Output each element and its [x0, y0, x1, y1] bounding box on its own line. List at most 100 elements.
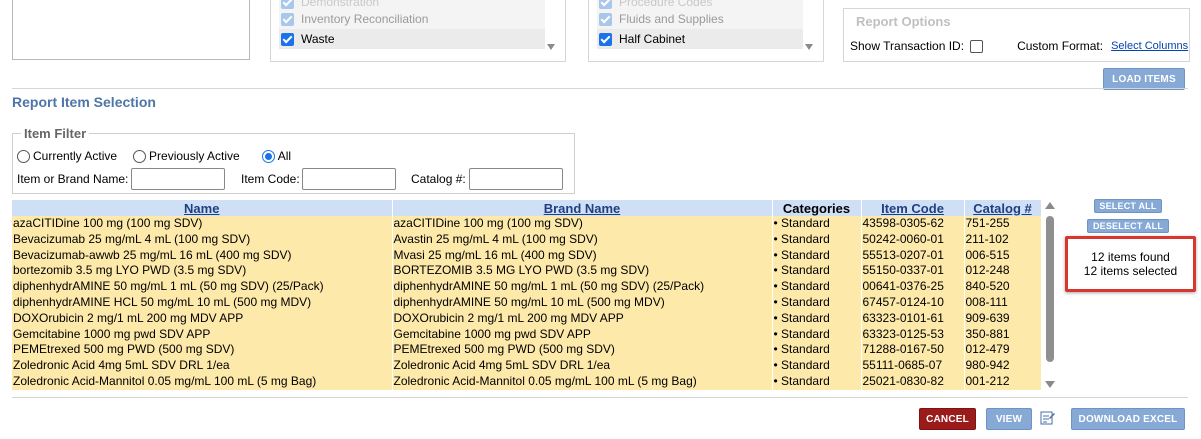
cell-name: azaCITIDine 100 mg (100 mg SDV): [12, 216, 393, 232]
column-header-item-code[interactable]: Item Code: [861, 200, 965, 216]
item-code-input[interactable]: [302, 168, 396, 190]
cell-brand-name: azaCITIDine 100 mg (100 mg SDV): [392, 216, 773, 232]
radio-label: Currently Active: [33, 149, 118, 163]
cell-catalog: 909-639: [964, 310, 1042, 327]
column-header-name[interactable]: Name: [12, 200, 393, 216]
type-item-label: Waste: [301, 32, 335, 46]
location-list[interactable]: Procedure Codes Fluids and Supplies Half…: [588, 0, 824, 62]
transaction-type-list[interactable]: Demonstration Inventory Reconciliation W…: [270, 0, 566, 62]
item-code-label: Item Code:: [241, 172, 300, 186]
cell-catalog: 211-102: [964, 231, 1042, 248]
cell-item-code: 63323-0101-61: [861, 310, 965, 327]
cell-brand-name: PEMEtrexed 500 mg PWD (500 mg SDV): [392, 342, 773, 359]
load-items-button[interactable]: LOAD ITEMS: [1103, 68, 1185, 90]
cell-item-code: 43598-0305-62: [861, 216, 965, 232]
checkbox-icon[interactable]: [281, 32, 294, 46]
page-title: Report Item Selection: [12, 94, 156, 110]
cell-item-code: 67457-0124-10: [861, 294, 965, 311]
table-row[interactable]: Bevacizumab-awwb 25 mg/mL 16 mL (400 mg …: [12, 247, 1042, 264]
cell-category: • Standard: [772, 247, 862, 264]
table-row[interactable]: Zoledronic Acid 4mg 5mL SDV DRL 1/ea Zole…: [12, 358, 1042, 374]
radio-all[interactable]: [261, 149, 275, 163]
checkbox-icon[interactable]: [599, 32, 612, 46]
selection-panel: [12, 0, 250, 60]
cell-item-code: 00641-0376-25: [861, 279, 965, 295]
cell-catalog: 751-255: [964, 216, 1042, 232]
cell-name: Zoledronic Acid-Mannitol 0.05 mg/mL 100 …: [12, 373, 393, 390]
location-item-procedure-codes[interactable]: Procedure Codes: [597, 0, 803, 9]
cell-catalog: 008-111: [964, 294, 1042, 311]
cell-item-code: 25021-0830-82: [861, 373, 965, 390]
table-row[interactable]: diphenhydrAMINE 50 mg/mL 1 mL (50 mg SDV…: [12, 279, 1042, 295]
location-item-half-cabinet[interactable]: Half Cabinet: [597, 29, 803, 49]
cell-catalog: 006-515: [964, 247, 1042, 264]
items-table: Name Brand Name Categories Item Code Cat…: [12, 200, 1042, 390]
radio-previously-active[interactable]: [133, 149, 147, 163]
table-row[interactable]: bortezomib 3.5 mg LYO PWD (3.5 mg SDV) BO…: [12, 263, 1042, 280]
type-item-demonstration[interactable]: Demonstration: [279, 0, 545, 9]
table-row[interactable]: PEMEtrexed 500 mg PWD (500 mg SDV) PEMEtr…: [12, 342, 1042, 359]
checkbox-icon[interactable]: [281, 12, 294, 26]
item-count-summary: 12 items found 12 items selected: [1065, 236, 1196, 292]
download-excel-button[interactable]: DOWNLOAD EXCEL: [1071, 408, 1185, 430]
select-columns-link[interactable]: Select Columns: [1111, 40, 1188, 52]
cell-category: • Standard: [772, 373, 862, 390]
checkbox-icon[interactable]: [281, 0, 294, 9]
cell-item-code: 63323-0125-53: [861, 326, 965, 343]
table-scrollbar[interactable]: [1044, 202, 1056, 388]
cell-category: • Standard: [772, 263, 862, 280]
type-item-inventory-reconciliation[interactable]: Inventory Reconciliation: [279, 9, 545, 29]
cell-brand-name: Mvasi 25 mg/mL 16 mL (400 mg SDV): [392, 247, 773, 264]
cell-brand-name: DOXOrubicin 2 mg/1 mL 200 mg MDV APP: [392, 310, 773, 327]
item-or-brand-input[interactable]: [131, 168, 225, 190]
deselect-all-button[interactable]: DESELECT ALL: [1087, 219, 1169, 233]
cell-item-code: 71288-0167-50: [861, 342, 965, 359]
cell-brand-name: Gemcitabine 1000 mg pwd SDV APP: [392, 326, 773, 343]
show-transaction-checkbox[interactable]: [970, 39, 984, 53]
table-row[interactable]: Bevacizumab 25 mg/mL 4 mL (100 mg SDV) Av…: [12, 231, 1042, 248]
cell-brand-name: diphenhydrAMINE 50 mg/mL 1 mL (50 mg SDV…: [392, 279, 773, 295]
table-row[interactable]: Gemcitabine 1000 mg pwd SDV APP Gemcitabi…: [12, 326, 1042, 343]
edit-report-icon[interactable]: [1040, 410, 1055, 425]
radio-label: Previously Active: [149, 149, 240, 163]
scroll-down-icon[interactable]: [547, 44, 555, 50]
cell-catalog: 350-881: [964, 326, 1042, 343]
item-filter-panel: Item Filter Currently Active Previously …: [12, 126, 575, 194]
location-item-label: Procedure Codes: [619, 0, 713, 9]
cell-catalog: 980-942: [964, 358, 1042, 374]
radio-label: All: [277, 149, 292, 163]
cell-item-code: 55513-0207-01: [861, 247, 965, 264]
scroll-up-icon[interactable]: [1045, 202, 1055, 209]
cell-category: • Standard: [772, 294, 862, 311]
divider: [12, 88, 1188, 89]
catalog-input[interactable]: [469, 168, 563, 190]
cell-brand-name: Avastin 25 mg/mL 4 mL (100 mg SDV): [392, 231, 773, 248]
location-item-fluids-and-supplies[interactable]: Fluids and Supplies: [597, 9, 803, 29]
cell-category: • Standard: [772, 342, 862, 359]
cell-catalog: 012-479: [964, 342, 1042, 359]
cell-category: • Standard: [772, 279, 862, 295]
column-header-categories: Categories: [772, 200, 862, 216]
table-row[interactable]: diphenhydrAMINE HCL 50 mg/mL 10 mL (500 …: [12, 294, 1042, 311]
column-header-brand-name[interactable]: Brand Name: [392, 200, 773, 216]
checkbox-icon[interactable]: [599, 0, 612, 9]
column-header-catalog[interactable]: Catalog #: [964, 200, 1042, 216]
table-row[interactable]: DOXOrubicin 2 mg/1 mL 200 mg MDV APP DOXO…: [12, 310, 1042, 327]
radio-currently-active[interactable]: [17, 149, 30, 163]
scroll-down-icon[interactable]: [1045, 381, 1055, 388]
cell-catalog: 840-520: [964, 279, 1042, 295]
scroll-thumb[interactable]: [1046, 216, 1054, 362]
cell-category: • Standard: [772, 358, 862, 374]
cell-category: • Standard: [772, 326, 862, 343]
cancel-button[interactable]: CANCEL: [919, 408, 976, 430]
table-row[interactable]: Zoledronic Acid-Mannitol 0.05 mg/mL 100 …: [12, 373, 1042, 390]
checkbox-icon[interactable]: [599, 12, 612, 26]
type-item-waste[interactable]: Waste: [279, 29, 545, 49]
select-all-button[interactable]: SELECT ALL: [1094, 199, 1162, 213]
cell-category: • Standard: [772, 310, 862, 327]
scroll-down-icon[interactable]: [805, 44, 813, 50]
table-row[interactable]: azaCITIDine 100 mg (100 mg SDV) azaCITIDi…: [12, 216, 1042, 232]
view-button[interactable]: VIEW: [986, 408, 1032, 430]
type-item-label: Demonstration: [301, 0, 380, 9]
cell-name: Bevacizumab-awwb 25 mg/mL 16 mL (400 mg …: [12, 247, 393, 264]
